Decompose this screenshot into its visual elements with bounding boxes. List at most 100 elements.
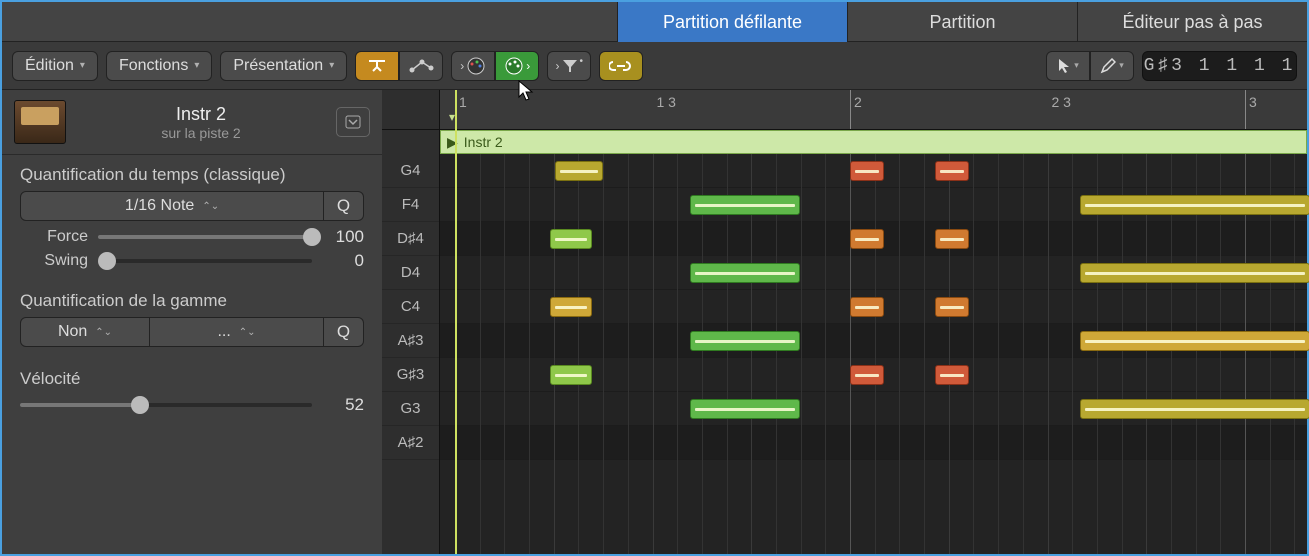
inspector-menu-button[interactable]: [336, 107, 370, 137]
ruler-beat-label: 2 3: [1052, 94, 1071, 110]
midi-note[interactable]: [850, 161, 884, 181]
scale-quantize-select-2[interactable]: ... ⌃⌄: [150, 317, 324, 347]
midi-note[interactable]: [690, 263, 800, 283]
midi-note[interactable]: [690, 399, 800, 419]
velocity-value[interactable]: 52: [322, 395, 364, 415]
scale-quantize-select[interactable]: Non ⌃⌄: [20, 317, 150, 347]
midi-note[interactable]: [850, 365, 884, 385]
chevron-down-icon: ▾: [1119, 60, 1124, 71]
midi-note[interactable]: [1080, 331, 1309, 351]
key-label[interactable]: A♯3: [382, 324, 439, 358]
collapse-button[interactable]: [355, 51, 399, 81]
inspector-header: Instr 2 sur la piste 2: [2, 90, 382, 155]
key-label[interactable]: A♯2: [382, 426, 439, 460]
toolbar: Édition▾ Fonctions▾ Présentation▾ › › › …: [2, 42, 1307, 90]
menu-edit[interactable]: Édition▾: [12, 51, 98, 81]
key-label[interactable]: C4: [382, 290, 439, 324]
swing-value[interactable]: 0: [322, 251, 364, 271]
playhead[interactable]: [455, 90, 457, 554]
chevron-down-icon: ▾: [329, 60, 334, 71]
tab-step[interactable]: Éditeur pas à pas: [1077, 2, 1307, 42]
color-seg: › ›: [451, 51, 539, 81]
midi-note[interactable]: [850, 229, 884, 249]
force-value[interactable]: 100: [322, 227, 364, 247]
instrument-icon: [14, 100, 66, 144]
menu-edit-label: Édition: [25, 57, 74, 75]
scale-quantize-value: Non: [58, 323, 87, 341]
region-strip[interactable]: ▶ Instr 2: [440, 130, 1307, 154]
quantize-button[interactable]: Q: [324, 191, 364, 221]
swing-slider-row: Swing 0: [30, 251, 364, 271]
midi-note[interactable]: [850, 297, 884, 317]
collapse-icon: [365, 57, 389, 75]
key-column[interactable]: G4F4D♯4D4C4A♯3G♯3G3A♯2: [382, 154, 440, 554]
ruler[interactable]: 1231 32 3▾: [382, 90, 1307, 130]
key-label[interactable]: D4: [382, 256, 439, 290]
automation-seg: [355, 51, 443, 81]
key-label[interactable]: D♯4: [382, 222, 439, 256]
tab-piano-roll[interactable]: Partition défilante: [617, 2, 847, 42]
chevron-updown-icon: ⌃⌄: [95, 327, 112, 338]
link-button[interactable]: [599, 51, 643, 81]
swing-slider[interactable]: [98, 259, 312, 263]
pencil-icon: [1100, 58, 1116, 74]
scale-quantize-button[interactable]: Q: [324, 317, 364, 347]
midi-note[interactable]: [935, 229, 969, 249]
midi-note[interactable]: [1080, 195, 1309, 215]
chevron-down-boxed-icon: [345, 115, 361, 129]
key-label[interactable]: G♯3: [382, 358, 439, 392]
midi-note[interactable]: [550, 365, 592, 385]
chevron-right-icon: ›: [555, 59, 559, 73]
track-line: sur la piste 2: [80, 125, 322, 141]
filter-button[interactable]: › •: [547, 51, 591, 81]
automation-button[interactable]: [399, 51, 443, 81]
midi-note[interactable]: [555, 161, 603, 181]
ruler-bar-label: 3: [1249, 94, 1257, 110]
midi-note[interactable]: [690, 195, 800, 215]
scale-quantize-section: Quantification de la gamme Non ⌃⌄ ... ⌃⌄…: [2, 281, 382, 359]
time-quantize-section: Quantification du temps (classique) 1/16…: [2, 155, 382, 281]
inspector: Instr 2 sur la piste 2 Quantification du…: [2, 90, 382, 554]
chevron-updown-icon: ⌃⌄: [239, 327, 256, 338]
menu-view[interactable]: Présentation ▾: [220, 51, 347, 81]
key-label[interactable]: G4: [382, 154, 439, 188]
main: Instr 2 sur la piste 2 Quantification du…: [2, 90, 1307, 554]
time-quantize-select[interactable]: 1/16 Note ⌃⌄: [20, 191, 324, 221]
ruler-bar-label: 2: [854, 94, 862, 110]
midi-note[interactable]: [1080, 263, 1309, 283]
tabs-spacer: [2, 2, 617, 42]
position-display[interactable]: G♯3 1 1 1 1: [1142, 51, 1297, 81]
link-icon: [609, 59, 633, 73]
tab-score[interactable]: Partition: [847, 2, 1077, 42]
pencil-tool[interactable]: ▾: [1090, 51, 1134, 81]
midi-note[interactable]: [935, 297, 969, 317]
force-label: Force: [30, 228, 88, 246]
menu-functions[interactable]: Fonctions▾: [106, 51, 212, 81]
time-quantize-label: Quantification du temps (classique): [20, 165, 364, 185]
piano-roll: 1231 32 3▾ ▶ Instr 2 G4F4D♯4D4C4A♯3G♯3G3…: [382, 90, 1307, 554]
midi-note[interactable]: [935, 365, 969, 385]
force-slider[interactable]: [98, 235, 312, 239]
instrument-title: Instr 2 sur la piste 2: [80, 104, 322, 141]
scale-quantize-label: Quantification de la gamme: [20, 291, 364, 311]
midi-note[interactable]: [1080, 399, 1309, 419]
region-bar: ▶ Instr 2: [382, 130, 1307, 154]
velocity-label: Vélocité: [20, 369, 364, 389]
key-label[interactable]: G3: [382, 392, 439, 426]
note-color-button[interactable]: ›: [451, 51, 495, 81]
ruler-bar-label: 1: [459, 94, 467, 110]
key-label[interactable]: F4: [382, 188, 439, 222]
automation-icon: [408, 58, 434, 74]
midi-note[interactable]: [550, 229, 592, 249]
note-area[interactable]: [440, 154, 1307, 554]
pointer-tool[interactable]: ▾: [1046, 51, 1090, 81]
instrument-name: Instr 2: [80, 104, 322, 125]
midi-note[interactable]: [550, 297, 592, 317]
region-color-button[interactable]: ›: [495, 51, 539, 81]
tools-seg: ▾ ▾: [1046, 51, 1134, 81]
midi-note[interactable]: [690, 331, 800, 351]
menu-view-label: Présentation: [233, 57, 323, 75]
grid: G4F4D♯4D4C4A♯3G♯3G3A♯2: [382, 154, 1307, 554]
velocity-slider[interactable]: [20, 403, 312, 407]
midi-note[interactable]: [935, 161, 969, 181]
